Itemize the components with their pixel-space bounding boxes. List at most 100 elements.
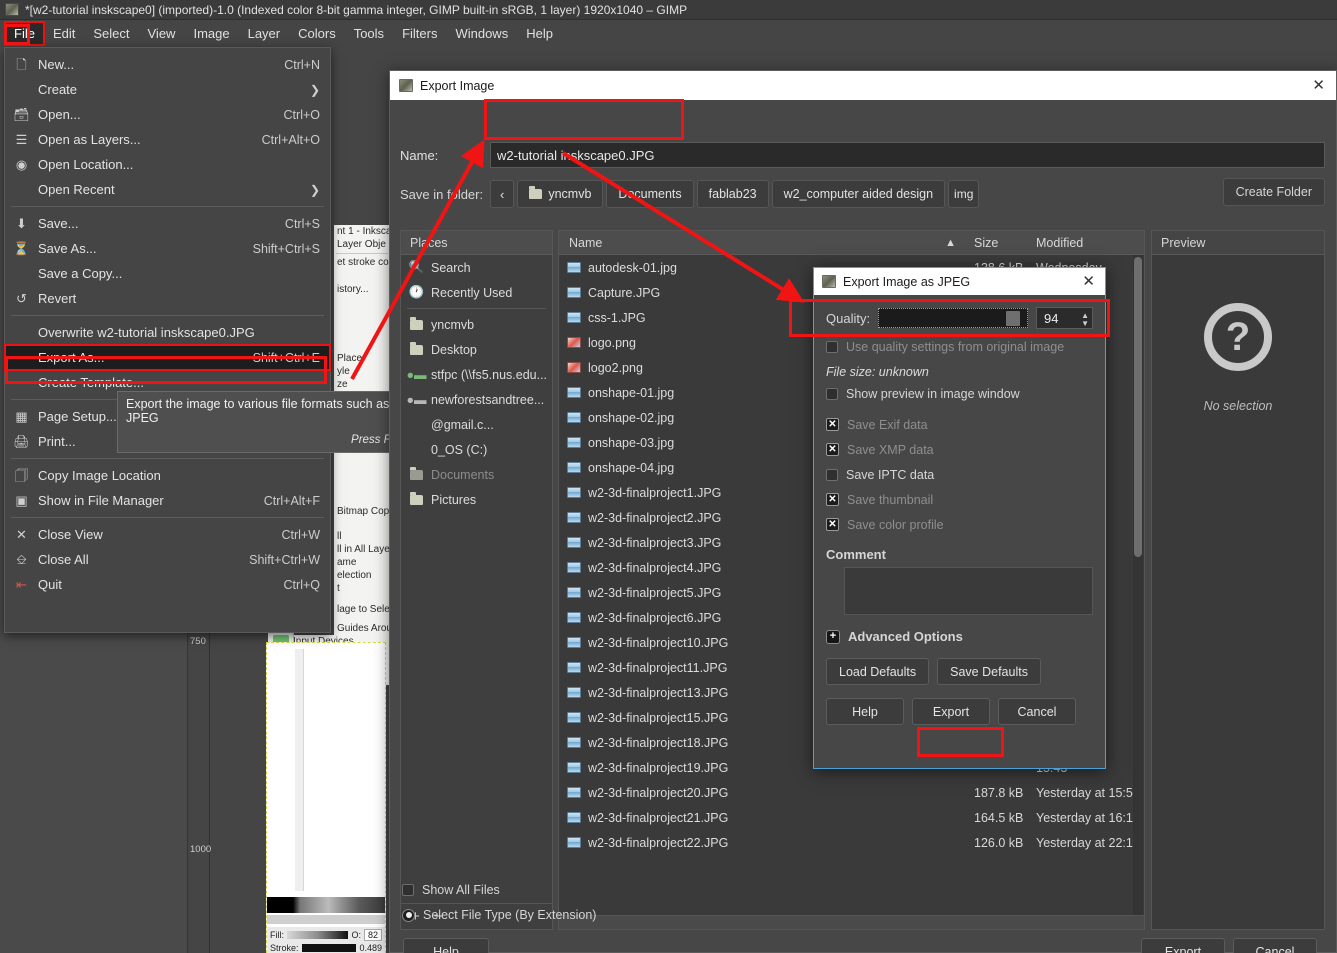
advanced-options-expander[interactable]: + Advanced Options [826,629,1093,644]
table-row[interactable]: w2-3d-finalproject21.JPG 164.5 kB Yesterda… [559,805,1144,830]
column-header-name[interactable]: Name ▲ [559,236,974,250]
breadcrumb-w2-computer-aided-design[interactable]: w2_computer aided design [771,180,946,208]
menu-item-open-recent[interactable]: Open Recent ❯ [5,177,330,202]
menu-item-export-as[interactable]: Export As... Shift+Ctrl+E [4,344,331,371]
breadcrumb-yncmvb[interactable]: yncmvb [517,180,604,208]
menu-colors[interactable]: Colors [289,22,345,45]
place-recently-used[interactable]: 🕐 Recently Used [401,280,552,305]
export-dialog-close-icon[interactable]: ✕ [1309,78,1328,93]
comment-textarea[interactable] [844,567,1093,615]
place-newforestsandtree[interactable]: ●▬ newforestsandtree... [401,387,552,412]
menu-item-create[interactable]: Create ❯ [5,77,330,102]
menu-item-close-view[interactable]: ✕ Close View Ctrl+W [5,522,330,547]
use-original-quality-row[interactable]: Use quality settings from original image [826,334,1093,359]
save-iptc-row[interactable]: Save IPTC data [826,462,1093,487]
canvas-hscrollbar[interactable] [267,915,385,924]
save-iptc-checkbox[interactable] [826,468,838,481]
breadcrumb-back-button[interactable]: ‹ [490,180,515,208]
show-preview-row[interactable]: Show preview in image window [826,381,1093,406]
quality-value[interactable]: 94 [1037,311,1058,326]
file-list-scrollbar[interactable] [1133,255,1143,915]
spin-up-icon[interactable]: ▲ [1081,311,1089,319]
place-stfpc[interactable]: ●▬ stfpc (\\fs5.nus.edu... [401,362,552,387]
breadcrumb-img[interactable]: img [948,180,980,208]
quality-slider-knob[interactable] [1006,311,1020,326]
menu-item-open-as-layers[interactable]: ☰ Open as Layers... Ctrl+Alt+O [5,127,330,152]
file-name-label: w2-3d-finalproject22.JPG [588,835,729,850]
select-file-type-row[interactable]: Select File Type (By Extension) [402,905,596,925]
menu-item-open[interactable]: 🗃 Open... Ctrl+O [5,102,330,127]
menu-item-close-all[interactable]: ⎒ Close All Shift+Ctrl+W [5,547,330,572]
menu-item-show-in-file-manager[interactable]: ▣ Show in File Manager Ctrl+Alt+F [5,488,330,513]
file-size-label: File size: unknown [826,365,929,379]
save-thumbnail-checkbox[interactable]: ✕ [826,493,839,506]
menu-item-copy-image-location[interactable]: 🗍 Copy Image Location [5,463,330,488]
menu-item-open-location-label: Open Location... [38,157,134,172]
save-defaults-button[interactable]: Save Defaults [937,658,1041,685]
place-pictures[interactable]: Pictures [401,487,552,512]
menu-item-revert[interactable]: ↺ Revert [5,286,330,311]
menu-item-save[interactable]: ⬇ Save... Ctrl+S [5,211,330,236]
menu-filters[interactable]: Filters [393,22,446,45]
menu-item-create-template-label: Create Template... [38,375,144,390]
menu-select[interactable]: Select [84,22,138,45]
save-color-profile-checkbox[interactable]: ✕ [826,518,839,531]
save-xmp-row[interactable]: ✕ Save XMP data [826,437,1093,462]
quality-slider[interactable] [878,308,1028,328]
quality-spin-arrows[interactable]: ▲ ▼ [1081,308,1089,330]
place-search[interactable]: 🔍 Search [401,255,552,280]
place-yncmvb[interactable]: yncmvb [401,312,552,337]
table-row[interactable]: w2-3d-finalproject20.JPG 187.8 kB Yesterda… [559,780,1144,805]
menu-windows[interactable]: Windows [446,22,517,45]
status-opacity-value[interactable]: 82 [363,929,382,941]
menu-item-overwrite[interactable]: Overwrite w2-tutorial inskscape0.JPG [5,320,330,345]
menu-tools[interactable]: Tools [345,22,393,45]
menu-edit[interactable]: Edit [44,22,84,45]
column-header-modified[interactable]: Modified [1036,236,1144,250]
menu-item-save-a-copy[interactable]: Save a Copy... [5,261,330,286]
globe-icon: ◉ [15,157,28,172]
filename-input[interactable]: w2-tutorial inskscape0.JPG [490,142,1325,168]
jpeg-cancel-button[interactable]: Cancel [998,698,1076,725]
create-folder-button[interactable]: Create Folder [1222,178,1325,206]
menu-file[interactable]: File [4,21,45,46]
file-list-scroll-thumb[interactable] [1134,257,1142,557]
use-original-quality-checkbox[interactable] [826,340,838,353]
export-button[interactable]: Export [1141,938,1225,953]
quality-spinbox[interactable]: 94 ▲ ▼ [1036,307,1093,329]
menu-item-new[interactable]: 🗋 New... Ctrl+N [5,52,330,77]
spin-down-icon[interactable]: ▼ [1081,319,1089,327]
show-all-files-checkbox[interactable] [402,884,414,896]
select-file-type-expander-icon[interactable] [402,908,415,922]
menu-help[interactable]: Help [517,22,562,45]
plus-icon[interactable]: + [826,629,840,644]
save-xmp-checkbox[interactable]: ✕ [826,443,839,456]
save-thumbnail-row[interactable]: ✕ Save thumbnail [826,487,1093,512]
help-button[interactable]: Help [403,938,489,953]
jpeg-help-button[interactable]: Help [826,698,904,725]
folder-icon-documents [409,466,424,480]
breadcrumb-documents[interactable]: Documents [606,180,694,208]
menu-item-quit[interactable]: ⇤ Quit Ctrl+Q [5,572,330,597]
jpeg-dialog-close-icon[interactable]: ✕ [1079,274,1098,289]
show-all-files-row[interactable]: Show All Files [402,880,500,900]
save-exif-checkbox[interactable]: ✕ [826,418,839,431]
save-color-profile-row[interactable]: ✕ Save color profile [826,512,1093,537]
save-exif-row[interactable]: ✕ Save Exif data [826,412,1093,437]
show-preview-checkbox[interactable] [826,387,838,400]
jpeg-export-button[interactable]: Export [912,698,990,725]
menu-view[interactable]: View [139,22,185,45]
table-row[interactable]: w2-3d-finalproject22.JPG 126.0 kB Yesterda… [559,830,1144,855]
place-os-c[interactable]: 0_OS (C:) [401,437,552,462]
menu-image[interactable]: Image [184,22,238,45]
menu-layer[interactable]: Layer [239,22,290,45]
place-desktop[interactable]: Desktop [401,337,552,362]
breadcrumb-fablab23[interactable]: fablab23 [696,180,769,208]
cancel-button[interactable]: Cancel [1233,938,1317,953]
place-gmail[interactable]: @gmail.c... [401,412,552,437]
column-header-size[interactable]: Size [974,236,1036,250]
place-documents[interactable]: Documents [401,462,552,487]
load-defaults-button[interactable]: Load Defaults [826,658,930,685]
menu-item-save-as[interactable]: ⏳ Save As... Shift+Ctrl+S [5,236,330,261]
menu-item-open-location[interactable]: ◉ Open Location... [5,152,330,177]
